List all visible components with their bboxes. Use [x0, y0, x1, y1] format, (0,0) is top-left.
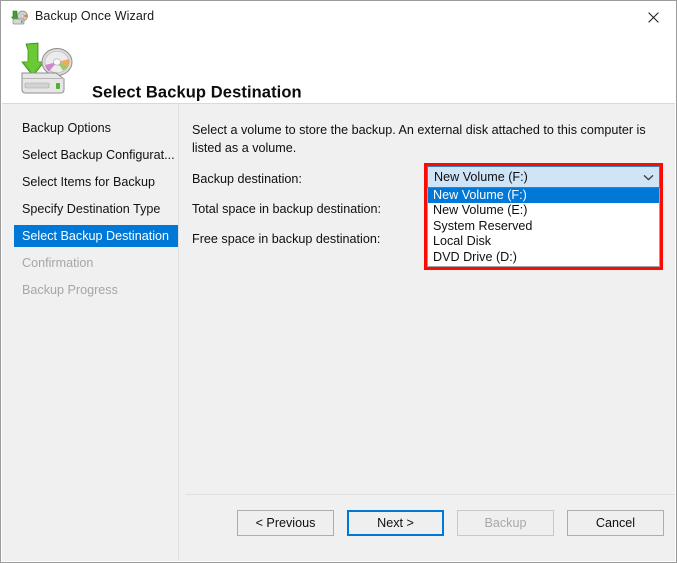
cancel-button[interactable]: Cancel — [567, 510, 664, 536]
previous-button[interactable]: < Previous — [237, 510, 334, 536]
backup-once-wizard-window: Backup Once Wizard Select Backup Destina… — [0, 0, 677, 563]
dropdown-option-system-reserved[interactable]: System Reserved — [428, 219, 659, 234]
free-space-label: Free space in backup destination: — [192, 232, 381, 246]
sidebar-item-specify-destination-type[interactable]: Specify Destination Type — [2, 198, 178, 220]
wizard-content: Select a volume to store the backup. An … — [186, 104, 675, 561]
dropdown-option-dvd-drive-d[interactable]: DVD Drive (D:) — [428, 250, 659, 265]
total-space-label: Total space in backup destination: — [192, 202, 382, 216]
instruction-text: Select a volume to store the backup. An … — [192, 123, 646, 155]
wizard-body: Backup Options Select Backup Configurat.… — [2, 104, 675, 561]
sidebar-item-backup-options[interactable]: Backup Options — [2, 117, 178, 139]
backup-destination-dropdown-list[interactable]: New Volume (F:) New Volume (E:) System R… — [427, 188, 660, 267]
dropdown-option-local-disk[interactable]: Local Disk — [428, 234, 659, 249]
backup-destination-label: Backup destination: — [192, 172, 302, 186]
next-button[interactable]: Next > — [347, 510, 444, 536]
footer-button-row: < Previous Next > Backup Cancel — [237, 510, 664, 536]
combobox-selected-value: New Volume (F:) — [434, 170, 528, 184]
title-bar: Backup Once Wizard — [1, 1, 676, 34]
chevron-down-icon[interactable] — [637, 174, 659, 181]
wizard-step-nav: Backup Options Select Backup Configurat.… — [2, 104, 179, 561]
sidebar-item-backup-progress: Backup Progress — [22, 283, 118, 297]
sidebar-item-select-backup-destination[interactable]: Select Backup Destination — [14, 225, 178, 247]
dropdown-option-new-volume-f[interactable]: New Volume (F:) — [428, 188, 659, 204]
dropdown-option-new-volume-e[interactable]: New Volume (E:) — [428, 203, 659, 218]
backup-disk-icon — [10, 9, 29, 26]
wizard-footer: < Previous Next > Backup Cancel — [186, 494, 675, 561]
window-title: Backup Once Wizard — [35, 9, 155, 23]
sidebar-item-confirmation: Confirmation — [22, 256, 94, 270]
backup-drive-icon — [16, 40, 78, 96]
backup-button: Backup — [457, 510, 554, 536]
sidebar-item-select-backup-configuration[interactable]: Select Backup Configurat... — [2, 144, 178, 166]
backup-destination-combobox[interactable]: New Volume (F:) — [427, 166, 660, 188]
close-icon[interactable] — [630, 1, 676, 33]
sidebar-item-select-items-for-backup[interactable]: Select Items for Backup — [2, 171, 178, 193]
wizard-header: Select Backup Destination — [2, 34, 675, 104]
page-title: Select Backup Destination — [92, 83, 302, 102]
backup-destination-annotation-box: New Volume (F:) New Volume (F:) New Volu… — [424, 163, 663, 270]
